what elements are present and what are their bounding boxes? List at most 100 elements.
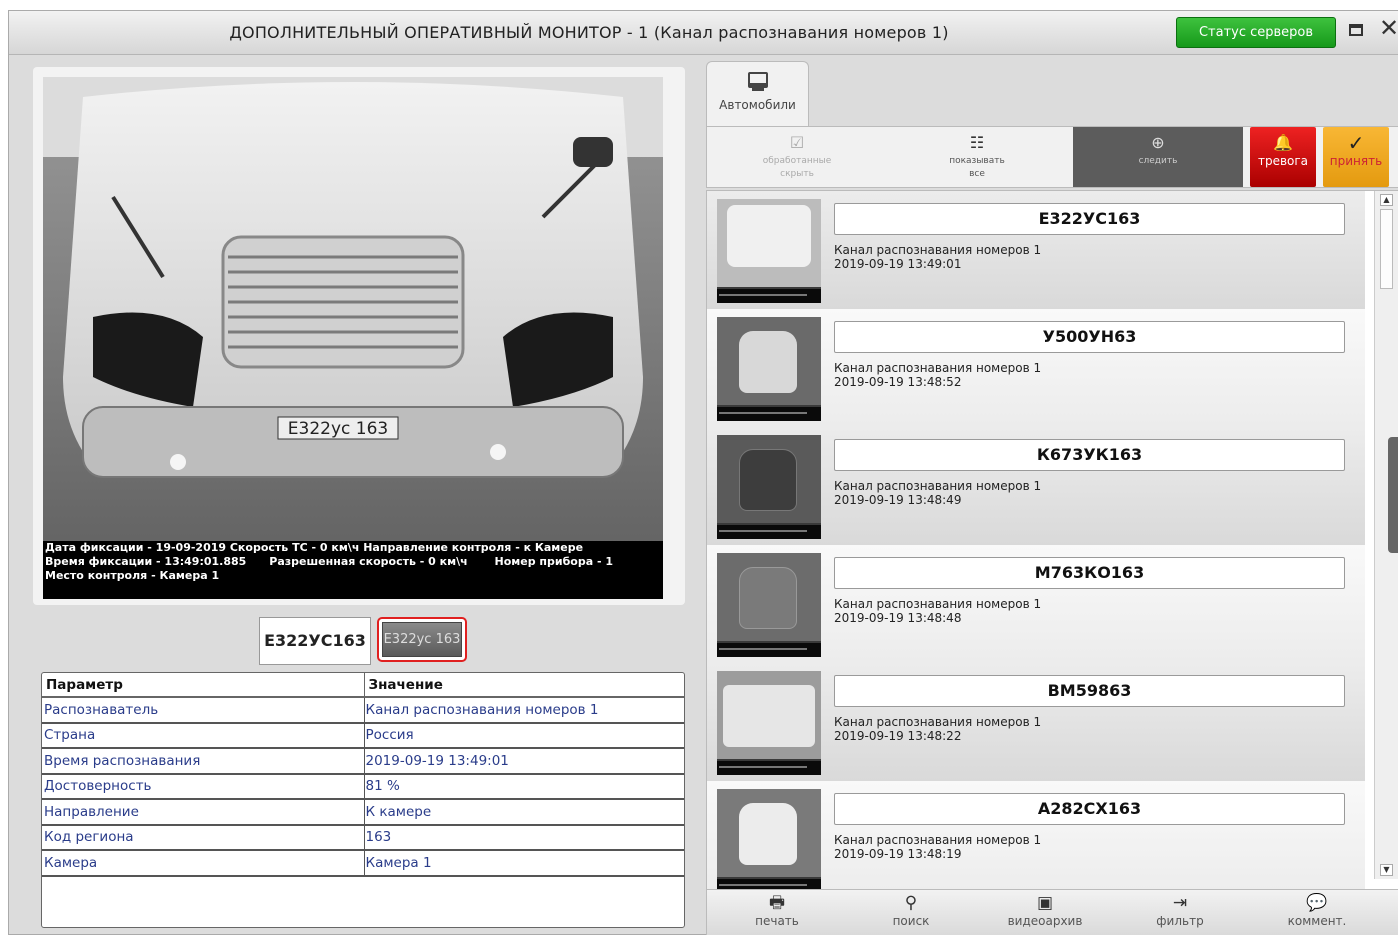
table-row[interactable]: Достоверность 81 % [42,773,684,800]
table-row[interactable]: Распознаватель Канал распознавания номеро… [42,697,684,724]
show-all-label-2: все [969,169,985,179]
param-name: Достоверность [42,773,365,800]
side-panel-handle[interactable] [1388,437,1398,553]
param-value: К камере [364,799,684,826]
table-row[interactable]: Направление К камере [42,799,684,826]
vehicle-plate-text: E322ус 163 [288,419,388,439]
header-value: Значение [364,673,684,698]
scroll-up-icon[interactable]: ▲ [1380,194,1393,206]
server-status-button[interactable]: Статус серверов [1176,17,1336,48]
hide-processed-button[interactable]: ☑ обработанные скрыть [727,127,867,187]
vehicle-thumbnail [717,199,821,303]
right-panel: Автомобили ☑ обработанные скрыть ☷ показ… [706,59,1398,935]
archive-label: видеоархив [1007,914,1083,928]
table-row[interactable]: Время распознавания 2019-09-19 13:49:01 [42,748,684,775]
search-button[interactable]: ⚲ поиск [856,892,966,928]
check-icon: ✓ [1347,131,1365,155]
list-item[interactable]: Е322УС163 Канал распознавания номеров 1 … [707,191,1365,309]
vehicle-thumbnail [717,671,821,775]
archive-icon: ▣ [1036,893,1054,913]
param-name: Распознаватель [42,697,365,724]
tab-vehicles-label: Автомобили [719,98,796,112]
comment-label: коммент. [1287,914,1347,928]
truck-image: E322ус 163 [43,77,663,599]
hide-processed-label-2: скрыть [780,169,814,179]
follow-label: следить [1138,156,1178,166]
list-item-plate: М763КО163 [834,557,1345,589]
show-all-button[interactable]: ☷ показывать все [907,127,1047,187]
param-name: Камера [42,850,365,877]
alarm-label: тревога [1257,154,1309,168]
maximize-icon[interactable] [1347,21,1365,39]
table-row[interactable]: Камера Камера 1 [42,850,684,877]
param-name: Направление [42,799,365,826]
list-item[interactable]: К673УК163 Канал распознавания номеров 1 … [707,427,1365,545]
video-frame: E322ус 163 Дата фиксации - 19-09-2019 Ск… [33,67,685,605]
list-item-channel: Канал распознавания номеров 1 [834,715,1042,729]
list-item[interactable]: У500УН63 Канал распознавания номеров 1 2… [707,309,1365,427]
print-button[interactable]: 🖶 печать [722,892,832,928]
vehicle-thumbnail [717,553,821,657]
list-item-channel: Канал распознавания номеров 1 [834,361,1042,375]
table-row[interactable]: Код региона 163 [42,824,684,851]
list-item-plate: К673УК163 [834,439,1345,471]
list-item-plate: У500УН63 [834,321,1345,353]
list-item-time: 2019-09-19 13:48:48 [834,611,962,625]
scrollbar-thumb[interactable] [1380,209,1393,289]
vehicle-thumbnail [717,435,821,539]
list-item-info: Канал распознавания номеров 1 2019-09-19… [834,361,1041,389]
list-item-info: Канал распознавания номеров 1 2019-09-19… [834,597,1041,625]
param-name: Страна [42,722,365,749]
list-item[interactable]: А282СХ163 Канал распознавания номеров 1 … [707,781,1365,889]
printer-icon: 🖶 [768,893,786,913]
left-panel: E322ус 163 Дата фиксации - 19-09-2019 Ск… [23,67,687,932]
list-item-channel: Канал распознавания номеров 1 [834,597,1042,611]
follow-button[interactable]: ⊕ следить [1073,127,1243,187]
list-item-info: Канал распознавания номеров 1 2019-09-19… [834,715,1041,743]
main-window: ДОПОЛНИТЕЛЬНЫЙ ОПЕРАТИВНЫЙ МОНИТОР - 1 (… [8,10,1398,935]
window-title: ДОПОЛНИТЕЛЬНЫЙ ОПЕРАТИВНЫЙ МОНИТОР - 1 (… [229,23,949,42]
list-item[interactable]: ВМ59863 Канал распознавания номеров 1 20… [707,663,1365,781]
search-label: поиск [892,914,930,928]
parameters-table: Параметр Значение Распознаватель Канал ра… [41,672,685,928]
param-value: 2019-09-19 13:49:01 [364,748,684,775]
hide-processed-label-1: обработанные [762,156,832,166]
show-all-label-1: показывать [949,156,1005,166]
list-item-time: 2019-09-19 13:48:52 [834,375,962,389]
bottom-toolbar: 🖶 печать ⚲ поиск ▣ видеоархив ⇥ фильтр 💬… [706,889,1398,935]
plate-crop-image[interactable]: E322ус 163 [377,617,467,662]
comment-button[interactable]: 💬 коммент. [1262,892,1372,928]
list-item-info: Канал распознавания номеров 1 2019-09-19… [834,833,1041,861]
print-label: печать [755,914,799,928]
accept-button[interactable]: ✓ принять [1323,127,1389,187]
list-item[interactable]: М763КО163 Канал распознавания номеров 1 … [707,545,1365,663]
close-icon[interactable]: ✕ [1379,15,1398,41]
scroll-down-icon[interactable]: ▼ [1380,864,1393,876]
filter-icon: ⇥ [1172,893,1188,913]
param-name: Время распознавания [42,748,365,775]
list-item-info: Канал распознавания номеров 1 2019-09-19… [834,479,1041,507]
list-item-plate: А282СХ163 [834,793,1345,825]
overlay-line-1: Дата фиксации - 19-09-2019 Скорость ТС -… [45,541,584,554]
title-bar: ДОПОЛНИТЕЛЬНЫЙ ОПЕРАТИВНЫЙ МОНИТОР - 1 (… [9,11,1398,55]
bell-icon: 🔔 [1273,133,1293,152]
overlay-line-2: Время фиксации - 13:49:01.885 Разрешенна… [45,555,614,568]
tab-vehicles[interactable]: Автомобили [706,61,809,127]
alarm-button[interactable]: 🔔 тревога [1250,127,1316,187]
param-value: 81 % [364,773,684,800]
vehicle-thumbnail [717,789,821,889]
archive-button[interactable]: ▣ видеоархив [990,892,1100,928]
list-item-channel: Канал распознавания номеров 1 [834,833,1042,847]
search-icon: ⚲ [904,893,918,913]
target-icon: ⊕ [1151,133,1165,152]
vehicle-list: Е322УС163 Канал распознавания номеров 1 … [706,190,1398,890]
video-frame-image: E322ус 163 Дата фиксации - 19-09-2019 Ск… [43,77,663,599]
list-item-channel: Канал распознавания номеров 1 [834,479,1042,493]
param-value: Канал распознавания номеров 1 [364,697,684,724]
table-row[interactable]: Страна Россия [42,722,684,749]
filter-button[interactable]: ⇥ фильтр [1125,892,1235,928]
param-value: Россия [364,722,684,749]
header-parameter: Параметр [42,673,365,698]
param-value: Камера 1 [364,850,684,877]
param-name: Код региона [42,824,365,851]
